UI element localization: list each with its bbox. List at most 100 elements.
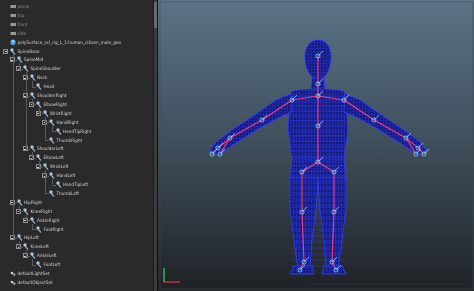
tree-connector [25,255,30,257]
outliner-item-label: FootLeft [43,262,61,268]
outliner-item-label: KneeLeft [30,244,49,250]
tree-connector [25,250,27,256]
joint-icon [36,261,42,268]
viewport-panel[interactable] [157,0,474,291]
outliner-item[interactable]: ThumbLeft [0,189,153,198]
set-icon [10,279,16,286]
outliner-item-label: HandLeft [56,173,76,179]
outliner-item[interactable]: front [0,20,153,29]
outliner-item[interactable]: persp [0,2,153,11]
outliner-item[interactable]: WristLeft [0,162,153,171]
outliner-item-label: defaultObjectSet [17,279,53,285]
outliner-item[interactable]: AnkleLeft [0,251,153,260]
outliner-item-label: ShoulderLeft [37,146,64,152]
joint-icon [23,65,29,73]
tree-connector [19,241,20,247]
outliner-item[interactable]: polySurface_scl_rig_L_1:human_citizen_ma… [0,38,153,47]
outliner-item[interactable]: ShoulderLeft [0,144,153,153]
tree-connector [32,99,33,105]
outliner-item[interactable]: defaultObjectSet [0,278,153,287]
outliner-item[interactable]: top [0,11,153,20]
tree-connector [19,211,23,212]
outliner-item-label: front [17,21,28,27]
outliner-item[interactable]: SpineBase [0,47,153,56]
tree-connector [19,68,23,70]
tree-connector [25,214,27,221]
outliner-item[interactable]: side [0,29,153,38]
joint-icon [55,181,62,188]
outliner-item[interactable]: FootRight [0,225,153,234]
tree-connector [45,122,49,123]
outliner-item[interactable]: ThumbRight [0,136,153,145]
outliner-item[interactable]: WristRight [0,109,153,118]
outliner-item-label: KneeRight [30,208,53,214]
joint-icon [16,56,23,64]
joint-icon [49,119,55,126]
outliner-item-label: HandTipRight [63,128,92,134]
viewport-canvas[interactable] [158,0,474,291]
outliner-item-label: WristLeft [50,164,69,170]
outliner-item-label: polySurface_scl_rig_L_1:human_citizen_ma… [17,39,122,45]
joint-icon [49,172,55,179]
outliner-item[interactable]: defaultLightSet [0,269,153,278]
outliner-item[interactable]: HipRight [0,198,153,207]
tree-connector [45,140,49,141]
outliner-item[interactable]: HandLeft [0,171,153,180]
arm-right-mesh [209,93,293,156]
outliner-item[interactable]: ShoulderRight [0,91,153,100]
tree-connector [32,86,36,88]
outliner-item-label: ShoulderRight [37,93,67,98]
outliner-item-label: Neck [37,75,48,81]
set-icon [10,270,16,277]
joint-icon [16,234,23,242]
tree-connector [32,104,36,105]
joint-icon [10,47,16,55]
joint-icon [36,154,42,162]
tree-connector [25,72,27,149]
tree-connector [51,179,53,185]
outliner-item[interactable]: HandTipRight [0,127,153,136]
tree-connector [25,95,30,97]
joint-icon [49,190,55,197]
tree-connector [38,107,40,114]
outliner-item[interactable]: AnkleRight [0,216,153,225]
tree-connector [19,63,20,69]
tree-connector [45,170,46,194]
outliner-item-label: defaultLightSet [17,271,50,276]
tree-connector [45,193,49,194]
tree-connector [12,59,17,61]
outliner-item-label: ThumbRight [56,137,83,143]
outliner-item[interactable]: Head [0,82,153,91]
outliner-item-label: SpineMid [24,57,44,63]
outliner-item-label: WristRight [50,110,72,116]
outliner-item[interactable]: HandRight [0,118,153,127]
tree-connector [12,237,17,239]
collapse-toggle[interactable] [3,48,8,54]
tree-connector [19,246,23,248]
tree-connector [12,54,14,238]
outliner-item[interactable]: HandTipLeft [0,180,153,189]
outliner-item[interactable]: SpineMid [0,55,153,64]
tree-connector [32,259,33,265]
mesh-icon [10,39,16,46]
outliner-item-label: SpineBase [17,48,40,54]
tree-connector [51,184,56,186]
joint-icon [23,243,29,251]
camera-icon [10,21,16,28]
outliner-item[interactable]: Neck [0,73,153,82]
tree-connector [32,223,33,229]
outliner-item[interactable]: ElbowLeft [0,153,153,162]
tree-connector [45,116,46,140]
camera-icon [10,30,16,37]
arm-left-mesh [343,93,427,156]
outliner-item[interactable]: ElbowRight [0,100,153,109]
outliner-item[interactable]: HipLeft [0,233,153,242]
outliner-panel[interactable]: persp top front side polySurface_scl_rig_L_1… [0,0,153,291]
outliner-item[interactable]: FootLeft [0,260,153,269]
joint-icon [36,225,42,233]
outliner-item-label: Head [43,84,55,90]
outliner-item-label: ElbowRight [43,101,67,107]
joint-icon [16,199,23,206]
joint-icon [29,145,36,153]
tree-connector [32,229,36,230]
